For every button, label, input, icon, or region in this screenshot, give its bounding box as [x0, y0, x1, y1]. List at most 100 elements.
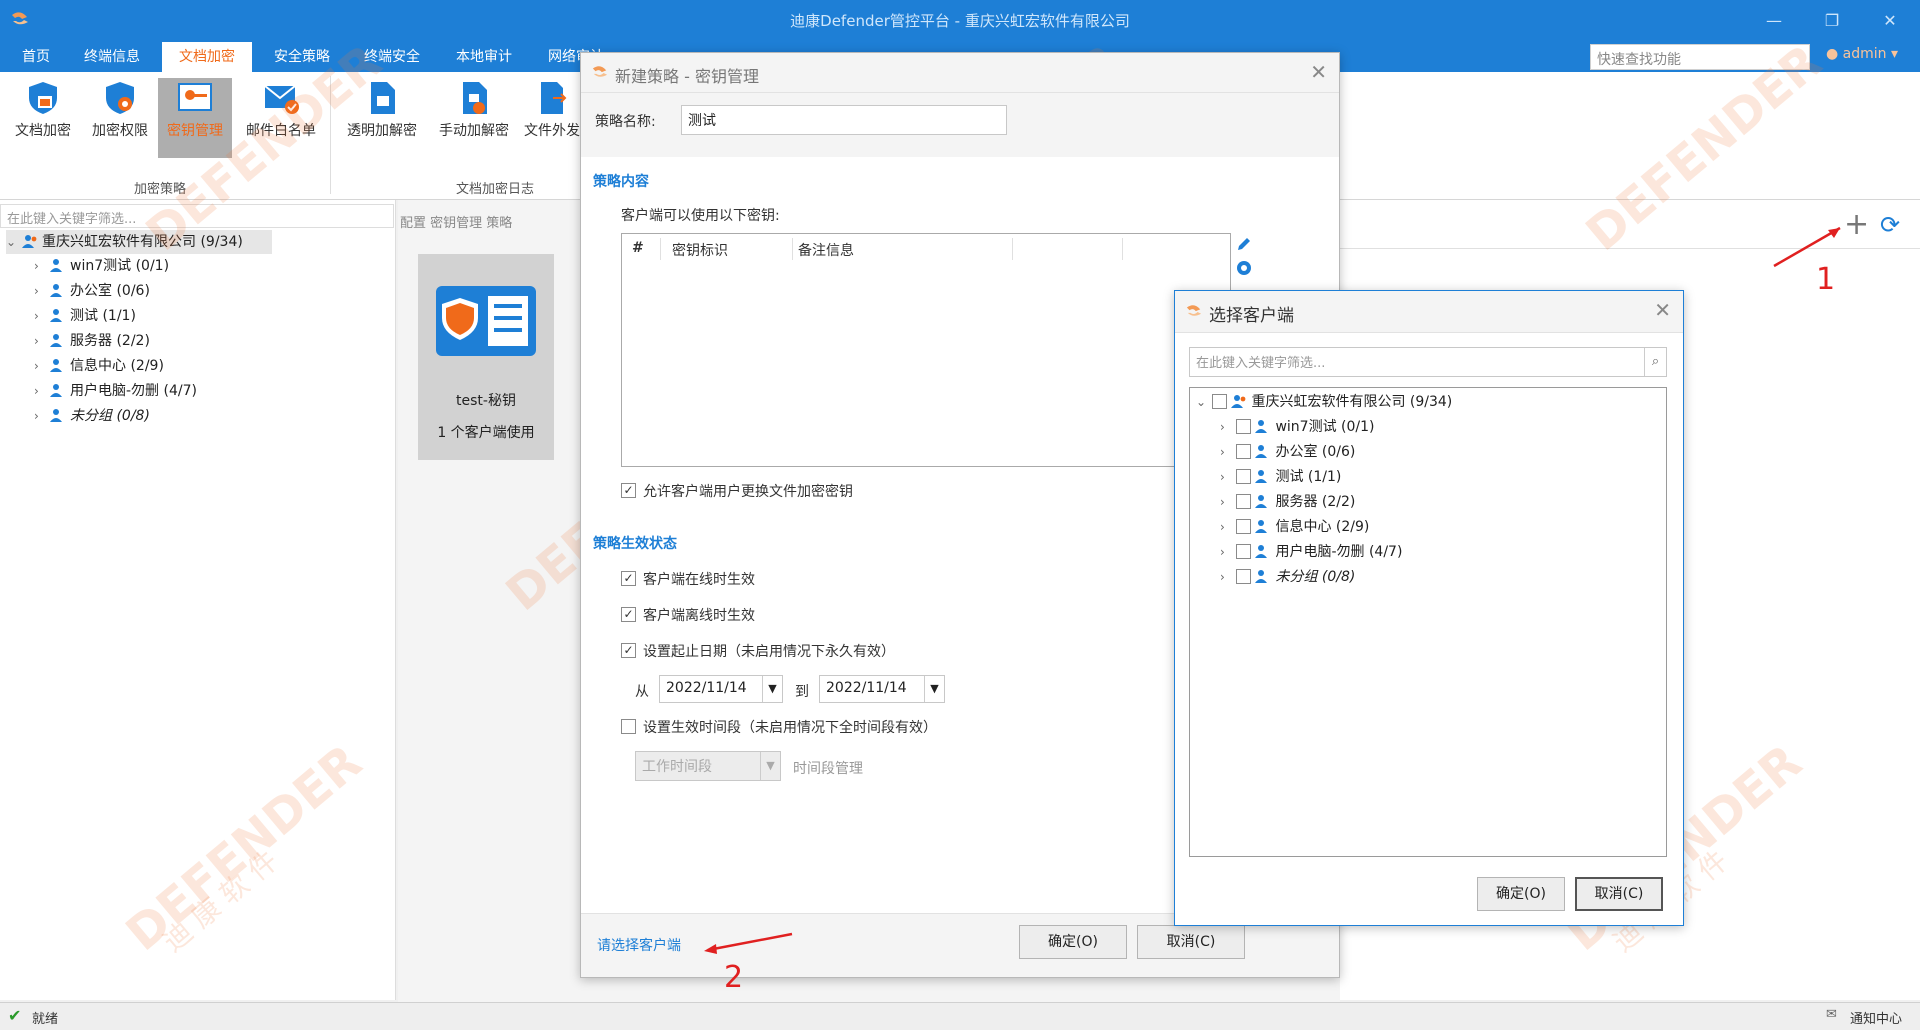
client-ok-button[interactable]: 确定(O) — [1477, 877, 1565, 911]
chevron-down-icon[interactable]: ⌄ — [6, 230, 18, 254]
user-name: admin — [1842, 46, 1887, 62]
online-checkbox[interactable]: ✓ — [621, 571, 636, 586]
allow-change-checkbox[interactable]: ✓ — [621, 483, 636, 498]
group-icon — [1255, 545, 1268, 558]
chevron-right-icon: › — [34, 259, 39, 273]
edit-icon[interactable] — [1235, 235, 1253, 253]
window-title: 迪康Defender管控平台 - 重庆兴虹宏软件有限公司 — [790, 12, 1130, 30]
ribbon-file-outgoing-button[interactable]: 文件外发 — [522, 78, 582, 158]
ribbon-doc-encrypt-button[interactable]: 文档加密 — [8, 78, 78, 158]
group-icon — [22, 235, 37, 248]
client-filter-input[interactable]: 在此键入关键字筛选... ⌕ — [1189, 347, 1667, 377]
policy-name-input[interactable]: 测试 — [681, 105, 1007, 135]
middle-header: 配置 密钥管理 策略 — [400, 216, 513, 231]
user-menu[interactable]: ● admin ▾ — [1826, 46, 1898, 62]
tree-item[interactable]: › 办公室 (0/6) — [34, 279, 150, 303]
client-tree-item[interactable]: › 测试 (1/1) — [1220, 465, 1341, 489]
policy-card-usage: 1 个客户端使用 — [437, 425, 535, 441]
group-icon — [50, 309, 62, 322]
client-tree-item[interactable]: › 未分组 (0/8) — [1220, 565, 1355, 589]
chevron-right-icon: › — [1220, 420, 1225, 434]
chevron-right-icon: › — [1220, 470, 1225, 484]
from-date-picker[interactable]: 2022/11/14 ▼ — [659, 675, 783, 703]
chevron-right-icon: › — [34, 334, 39, 348]
checkbox[interactable] — [1236, 469, 1252, 484]
checkbox[interactable] — [1236, 494, 1252, 509]
policy-card-icon — [436, 286, 536, 356]
restore-button[interactable]: ❐ — [1818, 8, 1846, 34]
close-icon[interactable]: ✕ — [1310, 60, 1327, 84]
client-tree: ⌄ 重庆兴虹宏软件有限公司 (9/34) › win7测试 (0/1) › 办公… — [1189, 387, 1667, 857]
quick-search-input[interactable]: 快速查找功能 — [1590, 44, 1810, 70]
tree-item[interactable]: › 信息中心 (2/9) — [34, 354, 164, 378]
client-cancel-button[interactable]: 取消(C) — [1575, 877, 1663, 911]
ok-button[interactable]: 确定(O) — [1019, 925, 1127, 959]
date-range-checkbox[interactable]: ✓ — [621, 643, 636, 658]
to-date-picker[interactable]: 2022/11/14 ▼ — [819, 675, 945, 703]
allow-change-label: 允许客户端用户更换文件加密密钥 — [643, 484, 853, 500]
chevron-right-icon: › — [34, 284, 39, 298]
ribbon-transparent-crypt-button[interactable]: 透明加解密 — [340, 78, 424, 158]
file-hand-icon — [463, 82, 487, 114]
client-tree-root[interactable]: ⌄ 重庆兴虹宏软件有限公司 (9/34) — [1196, 390, 1452, 414]
group-icon — [1255, 420, 1268, 433]
group-icon — [50, 259, 62, 272]
date-range-label: 设置起止日期（未启用情况下永久有效） — [643, 644, 895, 660]
time-period-manage-link[interactable]: 时间段管理 — [793, 758, 863, 778]
group-icon — [50, 359, 62, 372]
client-tree-item[interactable]: › win7测试 (0/1) — [1220, 415, 1374, 439]
offline-checkbox[interactable]: ✓ — [621, 607, 636, 622]
gear-icon[interactable] — [1235, 259, 1253, 277]
group-icon — [1255, 445, 1268, 458]
menu-home[interactable]: 首页 — [10, 42, 62, 72]
dialog-title: 选择客户端 — [1209, 306, 1294, 326]
menu-local-audit[interactable]: 本地审计 — [444, 42, 524, 72]
search-icon[interactable]: ⌕ — [1644, 348, 1666, 376]
checkbox[interactable] — [1236, 544, 1252, 559]
ribbon-manual-crypt-button[interactable]: 手动加解密 — [432, 78, 516, 158]
menu-security-policy[interactable]: 安全策略 — [262, 42, 342, 72]
keys-table[interactable]: # 密钥标识 备注信息 — [621, 233, 1231, 467]
cancel-button[interactable]: 取消(C) — [1137, 925, 1245, 959]
ribbon-key-management-button[interactable]: 密钥管理 — [158, 78, 232, 158]
ribbon-encrypt-permission-button[interactable]: 加密权限 — [86, 78, 154, 158]
title-bar: 迪康Defender管控平台 - 重庆兴虹宏软件有限公司 — ❐ ✕ — [0, 0, 1920, 42]
client-tree-item[interactable]: › 信息中心 (2/9) — [1220, 515, 1369, 539]
close-window-button[interactable]: ✕ — [1876, 8, 1904, 34]
menu-terminal-security[interactable]: 终端安全 — [352, 42, 432, 72]
checkbox[interactable] — [1236, 569, 1252, 584]
tree-item[interactable]: › 测试 (1/1) — [34, 304, 136, 328]
client-tree-item[interactable]: › 办公室 (0/6) — [1220, 440, 1355, 464]
time-period-checkbox[interactable] — [621, 719, 636, 734]
tree-root[interactable]: ⌄ 重庆兴虹宏软件有限公司 (9/34) — [6, 230, 272, 254]
ribbon-mail-whitelist-button[interactable]: 邮件白名单 — [236, 78, 326, 158]
group-icon — [50, 384, 62, 397]
chevron-right-icon: › — [34, 384, 39, 398]
notification-center[interactable]: 通知中心 — [1850, 1008, 1902, 1027]
minimize-button[interactable]: — — [1760, 8, 1788, 34]
status-text: 就绪 — [32, 1012, 59, 1027]
left-filter-input[interactable]: 在此键入关键字筛选... — [0, 204, 394, 228]
chevron-right-icon: › — [1220, 495, 1225, 509]
group-icon — [1255, 520, 1268, 533]
refresh-icon[interactable]: ⟳ — [1880, 212, 1900, 238]
checkbox[interactable] — [1212, 394, 1228, 409]
client-tree-item[interactable]: › 服务器 (2/2) — [1220, 490, 1355, 514]
time-period-select[interactable]: 工作时间段 ▼ — [635, 751, 781, 781]
checkbox[interactable] — [1236, 419, 1252, 434]
policy-card[interactable]: test-秘钥 1 个客户端使用 — [418, 254, 554, 460]
select-clients-link[interactable]: 请选择客户端 — [597, 935, 681, 955]
tree-item[interactable]: › 服务器 (2/2) — [34, 329, 150, 353]
client-tree-item[interactable]: › 用户电脑-勿删 (4/7) — [1220, 540, 1402, 564]
tree-item[interactable]: › 用户电脑-勿删 (4/7) — [34, 379, 197, 403]
menu-terminal-info[interactable]: 终端信息 — [72, 42, 152, 72]
tree-item[interactable]: › win7测试 (0/1) — [34, 254, 169, 278]
chevron-right-icon: › — [34, 309, 39, 323]
tree-item[interactable]: › 未分组 (0/8) — [34, 404, 150, 428]
checkbox[interactable] — [1236, 444, 1252, 459]
user-icon: ● — [1826, 46, 1839, 62]
menu-doc-encrypt[interactable]: 文档加密 — [162, 42, 252, 72]
close-icon[interactable]: ✕ — [1654, 298, 1671, 322]
chevron-down-icon: ▾ — [1891, 46, 1899, 62]
checkbox[interactable] — [1236, 519, 1252, 534]
